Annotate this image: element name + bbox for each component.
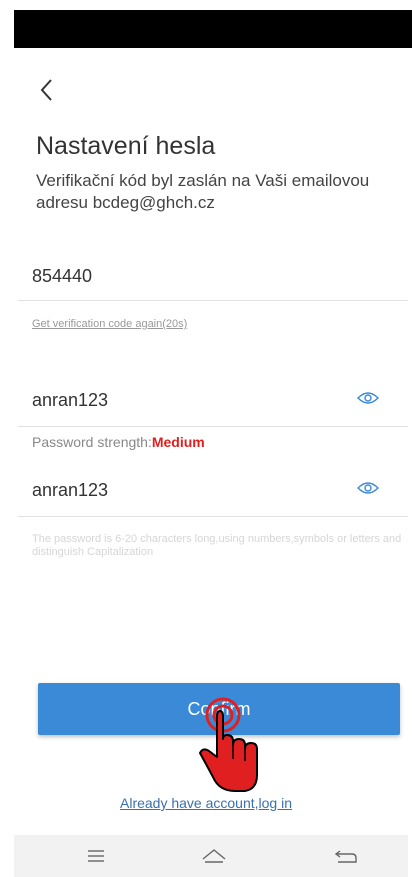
chevron-left-icon — [40, 79, 52, 101]
status-bar — [14, 10, 412, 48]
confirm-button[interactable]: Confirm — [38, 683, 400, 735]
password-strength-level: Medium — [151, 434, 205, 450]
password-input[interactable] — [32, 390, 332, 411]
divider — [18, 426, 408, 427]
nav-back-button[interactable] — [332, 843, 360, 869]
system-nav-bar — [14, 835, 408, 877]
password-hint: The password is 6-20 characters long,usi… — [32, 533, 402, 558]
divider — [18, 300, 408, 301]
verification-code-input[interactable] — [32, 266, 332, 287]
password-strength: Password strength:Medium — [32, 434, 205, 450]
divider — [18, 516, 408, 517]
resend-code-link[interactable]: Get verification code again(20s) — [32, 318, 187, 330]
toggle-confirm-password-visibility[interactable] — [356, 480, 380, 496]
eye-icon — [357, 392, 379, 404]
nav-home-button[interactable] — [200, 843, 228, 869]
eye-icon — [357, 482, 379, 494]
page-title: Nastavení hesla — [36, 132, 216, 160]
menu-icon — [88, 850, 104, 862]
nav-menu-button[interactable] — [82, 843, 110, 869]
back-icon — [334, 850, 357, 863]
login-link[interactable]: Already have account,log in — [0, 795, 412, 811]
toggle-password-visibility[interactable] — [356, 390, 380, 406]
confirm-password-input[interactable] — [32, 480, 332, 501]
home-icon — [202, 849, 226, 863]
back-button[interactable] — [36, 76, 60, 104]
page-subtitle: Verifikační kód byl zaslán na Vaši email… — [36, 171, 370, 212]
password-strength-label: Password strength: — [32, 434, 152, 450]
